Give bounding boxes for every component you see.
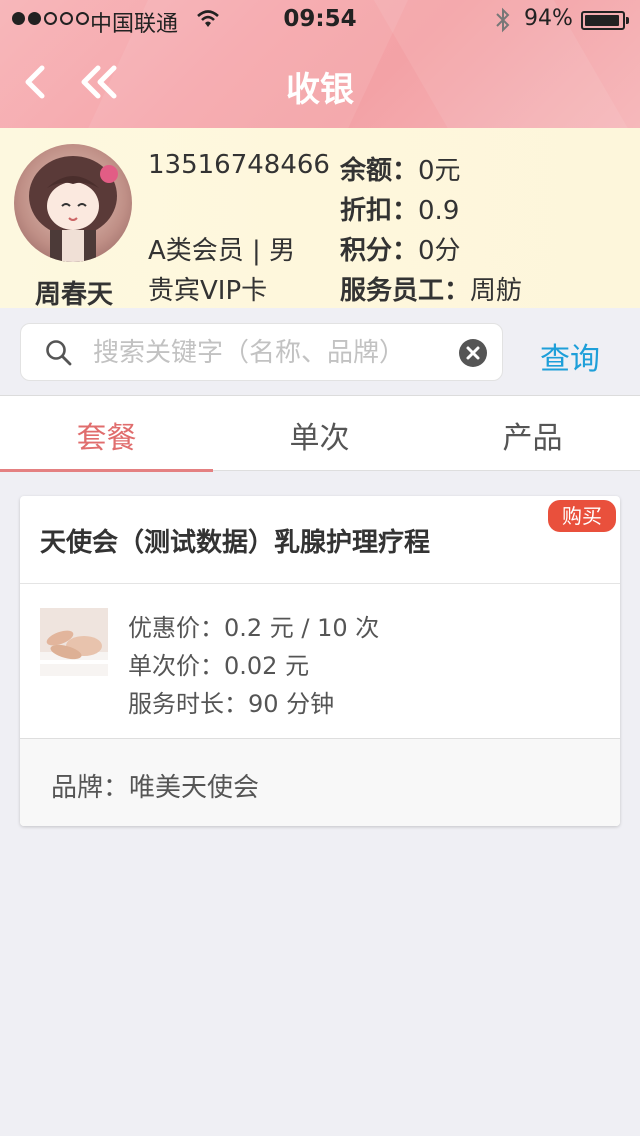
balance-value: 0元: [418, 156, 461, 186]
header: 中国联通 09:54 94% 收银: [0, 0, 640, 128]
service-duration: 服务时长：90 分钟: [128, 690, 335, 718]
member-card-type: 贵宾VIP卡: [148, 276, 268, 306]
single-price: 单次价：0.02 元: [128, 652, 310, 680]
discount-price: 优惠价：0.2 元 / 10 次: [128, 614, 380, 642]
discount-value: 0.9: [418, 196, 460, 226]
points-value: 0分: [418, 236, 461, 266]
battery-tip: [626, 17, 629, 24]
massage-image: [40, 608, 108, 676]
staff-label: 服务员工：: [340, 276, 471, 306]
battery-percent: 94%: [524, 6, 573, 31]
avatar-illustration: [29, 156, 118, 262]
search-box[interactable]: [20, 323, 503, 381]
bluetooth-icon: [496, 7, 510, 33]
package-footer: 品牌：唯美天使会: [20, 738, 620, 826]
balance-row: 余额：0元: [340, 150, 461, 187]
member-panel: 周春天 13516748466 A类会员 | 男 贵宾VIP卡 余额：0元 折扣…: [0, 128, 640, 310]
divider: [20, 583, 620, 584]
tab-package[interactable]: 套餐: [0, 396, 213, 472]
query-button[interactable]: 查询: [540, 334, 600, 378]
staff-value: 周舫: [470, 276, 523, 306]
member-name: 周春天: [34, 280, 113, 310]
page-title: 收银: [286, 70, 354, 110]
balance-label: 余额：: [340, 156, 419, 186]
package-thumbnail: [40, 608, 108, 676]
buy-button[interactable]: 购买: [548, 500, 616, 532]
search-bar: 查询: [0, 308, 640, 396]
package-brand: 品牌：唯美天使会: [51, 773, 260, 803]
package-card[interactable]: 天使会（测试数据）乳腺护理疗程 购买 优惠价：0.2 元 / 10 次 单次价：…: [20, 496, 620, 826]
points-label: 积分：: [340, 236, 419, 266]
member-level-gender: A类会员 | 男: [148, 236, 296, 266]
category-tabs: 套餐 单次 产品: [0, 396, 640, 472]
staff-row: 服务员工：周舫: [340, 270, 522, 307]
clear-icon[interactable]: [458, 338, 488, 368]
points-row: 积分：0分: [340, 230, 461, 267]
member-phone: 13516748466: [148, 150, 330, 180]
package-title: 天使会（测试数据）乳腺护理疗程: [40, 528, 431, 558]
search-input[interactable]: [93, 333, 453, 373]
tab-single[interactable]: 单次: [213, 396, 426, 471]
tab-product[interactable]: 产品: [426, 396, 639, 471]
avatar[interactable]: [14, 144, 132, 262]
status-bar: 中国联通 09:54 94%: [0, 0, 640, 40]
search-icon: [46, 340, 72, 366]
discount-row: 折扣：0.9: [340, 190, 459, 227]
battery-icon: [581, 11, 625, 30]
discount-label: 折扣：: [340, 196, 419, 226]
